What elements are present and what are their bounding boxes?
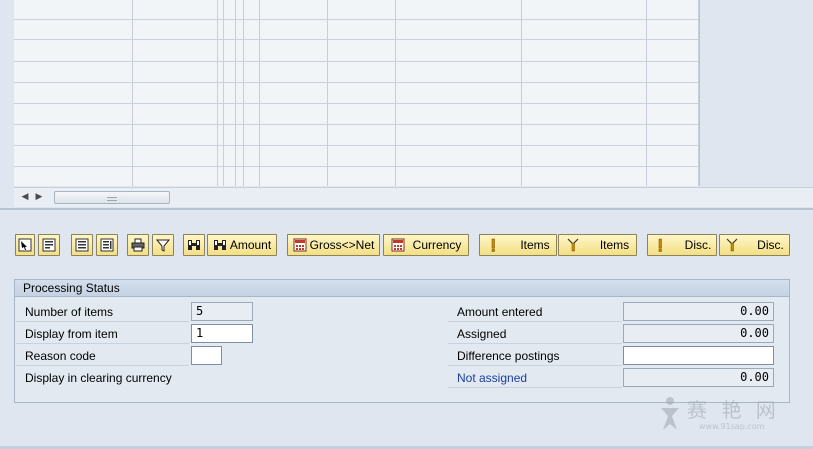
grid-column-line — [327, 0, 328, 186]
amount-entered-field: 0.00 — [623, 302, 774, 321]
disc-deactivate-label: Disc. — [757, 238, 784, 252]
grid-column-line — [698, 0, 699, 186]
activate-icon — [486, 238, 500, 252]
assigned-label: Assigned — [448, 324, 622, 344]
deselect-all-button[interactable] — [38, 234, 60, 256]
splitter[interactable] — [0, 208, 813, 210]
scroll-left-icon[interactable]: ◀ — [20, 192, 30, 203]
grid-column-line — [395, 0, 396, 186]
find-icon — [187, 238, 201, 252]
find-next-icon — [213, 238, 227, 252]
items-table-area: ◀ ▶ — [0, 0, 813, 208]
items-table[interactable] — [14, 0, 700, 186]
grid-row[interactable] — [14, 105, 699, 125]
activate-discount-button[interactable]: Disc. — [647, 234, 717, 256]
assigned-field: 0.00 — [623, 324, 774, 343]
activate-items-icon — [75, 238, 89, 252]
scroll-thumb[interactable] — [54, 191, 170, 204]
calc-icon — [391, 238, 405, 252]
reason-code-input[interactable] — [191, 346, 222, 365]
number-of-items-field: 5 — [191, 302, 253, 321]
reason-code-label: Reason code — [16, 346, 189, 366]
deactivate-items-text-button[interactable]: Items — [558, 234, 637, 256]
not-assigned-field: 0.00 — [623, 368, 774, 387]
deselect-all-icon — [42, 238, 56, 252]
grid-row[interactable] — [14, 0, 699, 20]
print-icon — [131, 238, 145, 252]
horizontal-scrollbar[interactable]: ◀ ▶ — [14, 187, 813, 207]
grid-row[interactable] — [14, 42, 699, 62]
deactivate-items-icon — [100, 238, 114, 252]
watermark-url: www.91sap.com — [699, 422, 765, 431]
amount-entered-label: Amount entered — [448, 302, 622, 322]
disc-activate-label: Disc. — [684, 238, 712, 252]
deactivate-icon — [725, 238, 739, 252]
display-in-clearing-currency-label[interactable]: Display in clearing currency — [16, 368, 236, 388]
filter-icon — [156, 238, 170, 252]
deactivate-icon — [566, 238, 580, 252]
activate-icon — [653, 238, 667, 252]
activate-items-button[interactable] — [71, 234, 93, 256]
items-deactivate-label: Items — [599, 238, 630, 252]
select-all-icon — [18, 238, 32, 252]
watermark-figure-icon — [661, 397, 679, 430]
display-from-item-input[interactable]: 1 — [191, 324, 253, 343]
grid-row[interactable] — [14, 168, 699, 186]
select-all-button[interactable] — [15, 234, 35, 256]
grid-row[interactable] — [14, 126, 699, 146]
display-from-item-label: Display from item — [16, 324, 189, 344]
processing-status-panel: Processing Status Number of items 5 Disp… — [14, 279, 790, 403]
difference-postings-label: Difference postings — [448, 346, 622, 366]
deactivate-items-button[interactable] — [96, 234, 118, 256]
activate-items-text-button[interactable]: Items — [479, 234, 557, 256]
items-toolbar: Amount Gross<>Net Currency Items Items D… — [0, 224, 813, 264]
items-activate-label: Items — [520, 238, 550, 252]
grid-column-line — [521, 0, 522, 186]
currency-label: Currency — [412, 238, 462, 252]
amount-button[interactable]: Amount — [207, 234, 277, 256]
scroll-right-icon[interactable]: ▶ — [34, 192, 44, 203]
grid-column-line — [132, 0, 133, 186]
calc-icon — [293, 238, 307, 252]
currency-button[interactable]: Currency — [383, 234, 469, 256]
grid-row[interactable] — [14, 147, 699, 167]
number-of-items-label: Number of items — [16, 302, 189, 322]
not-assigned-label[interactable]: Not assigned — [448, 368, 622, 388]
grid-column-line — [223, 0, 224, 186]
watermark-text: 赛 艳 网 — [687, 398, 780, 422]
grid-column-line — [235, 0, 236, 186]
grid-column-line — [243, 0, 244, 186]
grid-column-line — [259, 0, 260, 186]
find-button[interactable] — [183, 234, 205, 256]
grid-row[interactable] — [14, 84, 699, 104]
difference-postings-input[interactable] — [623, 346, 774, 365]
panel-title: Processing Status — [15, 280, 789, 297]
watermark-logo: 赛 艳 网 www.91sap.com — [655, 392, 805, 442]
gross-net-button[interactable]: Gross<>Net — [287, 234, 380, 256]
grid-row[interactable] — [14, 20, 699, 40]
gross-net-label: Gross<>Net — [309, 238, 375, 252]
grid-column-line — [646, 0, 647, 186]
filter-button[interactable] — [152, 234, 174, 256]
deactivate-discount-button[interactable]: Disc. — [719, 234, 790, 256]
grid-row[interactable] — [14, 63, 699, 83]
amount-label: Amount — [229, 238, 272, 252]
grid-column-line — [217, 0, 218, 186]
print-button[interactable] — [127, 234, 149, 256]
